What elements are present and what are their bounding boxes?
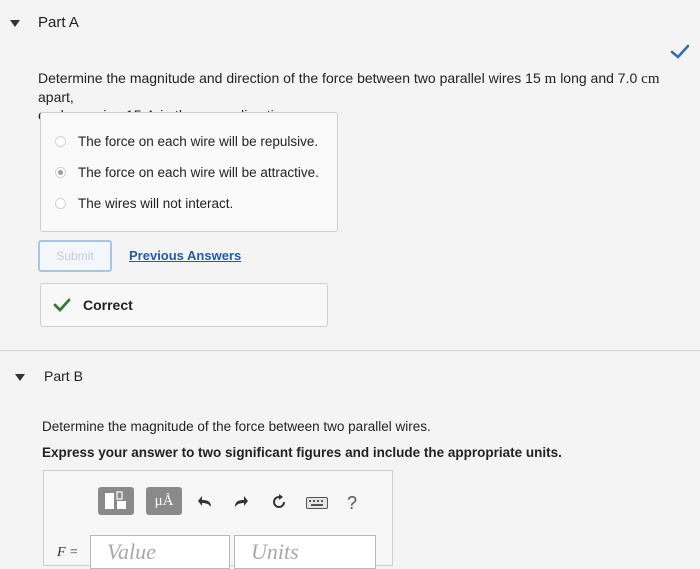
radio-button-selected[interactable]: [55, 166, 66, 178]
units-button[interactable]: μÅ: [146, 487, 182, 515]
radio-button[interactable]: [55, 135, 66, 147]
correct-label: Correct: [83, 297, 133, 313]
redo-icon[interactable]: [233, 495, 249, 509]
option-attractive[interactable]: The force on each wire will be attractiv…: [55, 162, 319, 182]
option-label: The wires will not interact.: [78, 195, 234, 211]
submit-button[interactable]: Submit: [38, 240, 112, 272]
collapse-part-a-icon[interactable]: [10, 20, 20, 27]
option-repulsive[interactable]: The force on each wire will be repulsive…: [55, 131, 318, 151]
units-input[interactable]: Units: [234, 535, 376, 569]
check-icon: [670, 44, 690, 59]
templates-button[interactable]: [98, 487, 134, 515]
option-label: The force on each wire will be attractiv…: [78, 164, 319, 180]
help-icon[interactable]: ?: [344, 492, 360, 514]
value-input[interactable]: Value: [90, 535, 230, 569]
previous-answers-link[interactable]: Previous Answers: [129, 248, 241, 263]
undo-icon[interactable]: [197, 495, 213, 509]
radio-button[interactable]: [55, 197, 66, 209]
part-b-title[interactable]: Part B: [44, 368, 83, 384]
answer-options: The force on each wire will be repulsive…: [40, 112, 338, 232]
unit-cm: cm: [641, 71, 660, 87]
option-no-interaction[interactable]: The wires will not interact.: [55, 193, 233, 213]
correct-check-icon: [53, 298, 71, 312]
option-label: The force on each wire will be repulsive…: [78, 133, 319, 149]
correct-feedback: Correct: [40, 283, 328, 327]
keyboard-icon[interactable]: [306, 497, 328, 509]
templates-icon: [105, 491, 126, 509]
reset-icon[interactable]: [270, 493, 288, 511]
unit-m: m: [544, 71, 557, 87]
question-text: apart,: [38, 89, 74, 105]
divider: [0, 350, 700, 351]
collapse-part-b-icon[interactable]: [15, 374, 25, 381]
part-b-instruction: Express your answer to two significant f…: [42, 445, 562, 460]
part-b-question: Determine the magnitude of the force bet…: [42, 419, 431, 434]
answer-label: F =: [57, 545, 79, 560]
question-text: long and 7.0: [560, 70, 638, 86]
question-text: Determine the magnitude and direction of…: [38, 70, 541, 86]
answer-toolbar: μÅ ? F = Value Units: [43, 470, 393, 569]
part-a-title[interactable]: Part A: [38, 14, 79, 31]
